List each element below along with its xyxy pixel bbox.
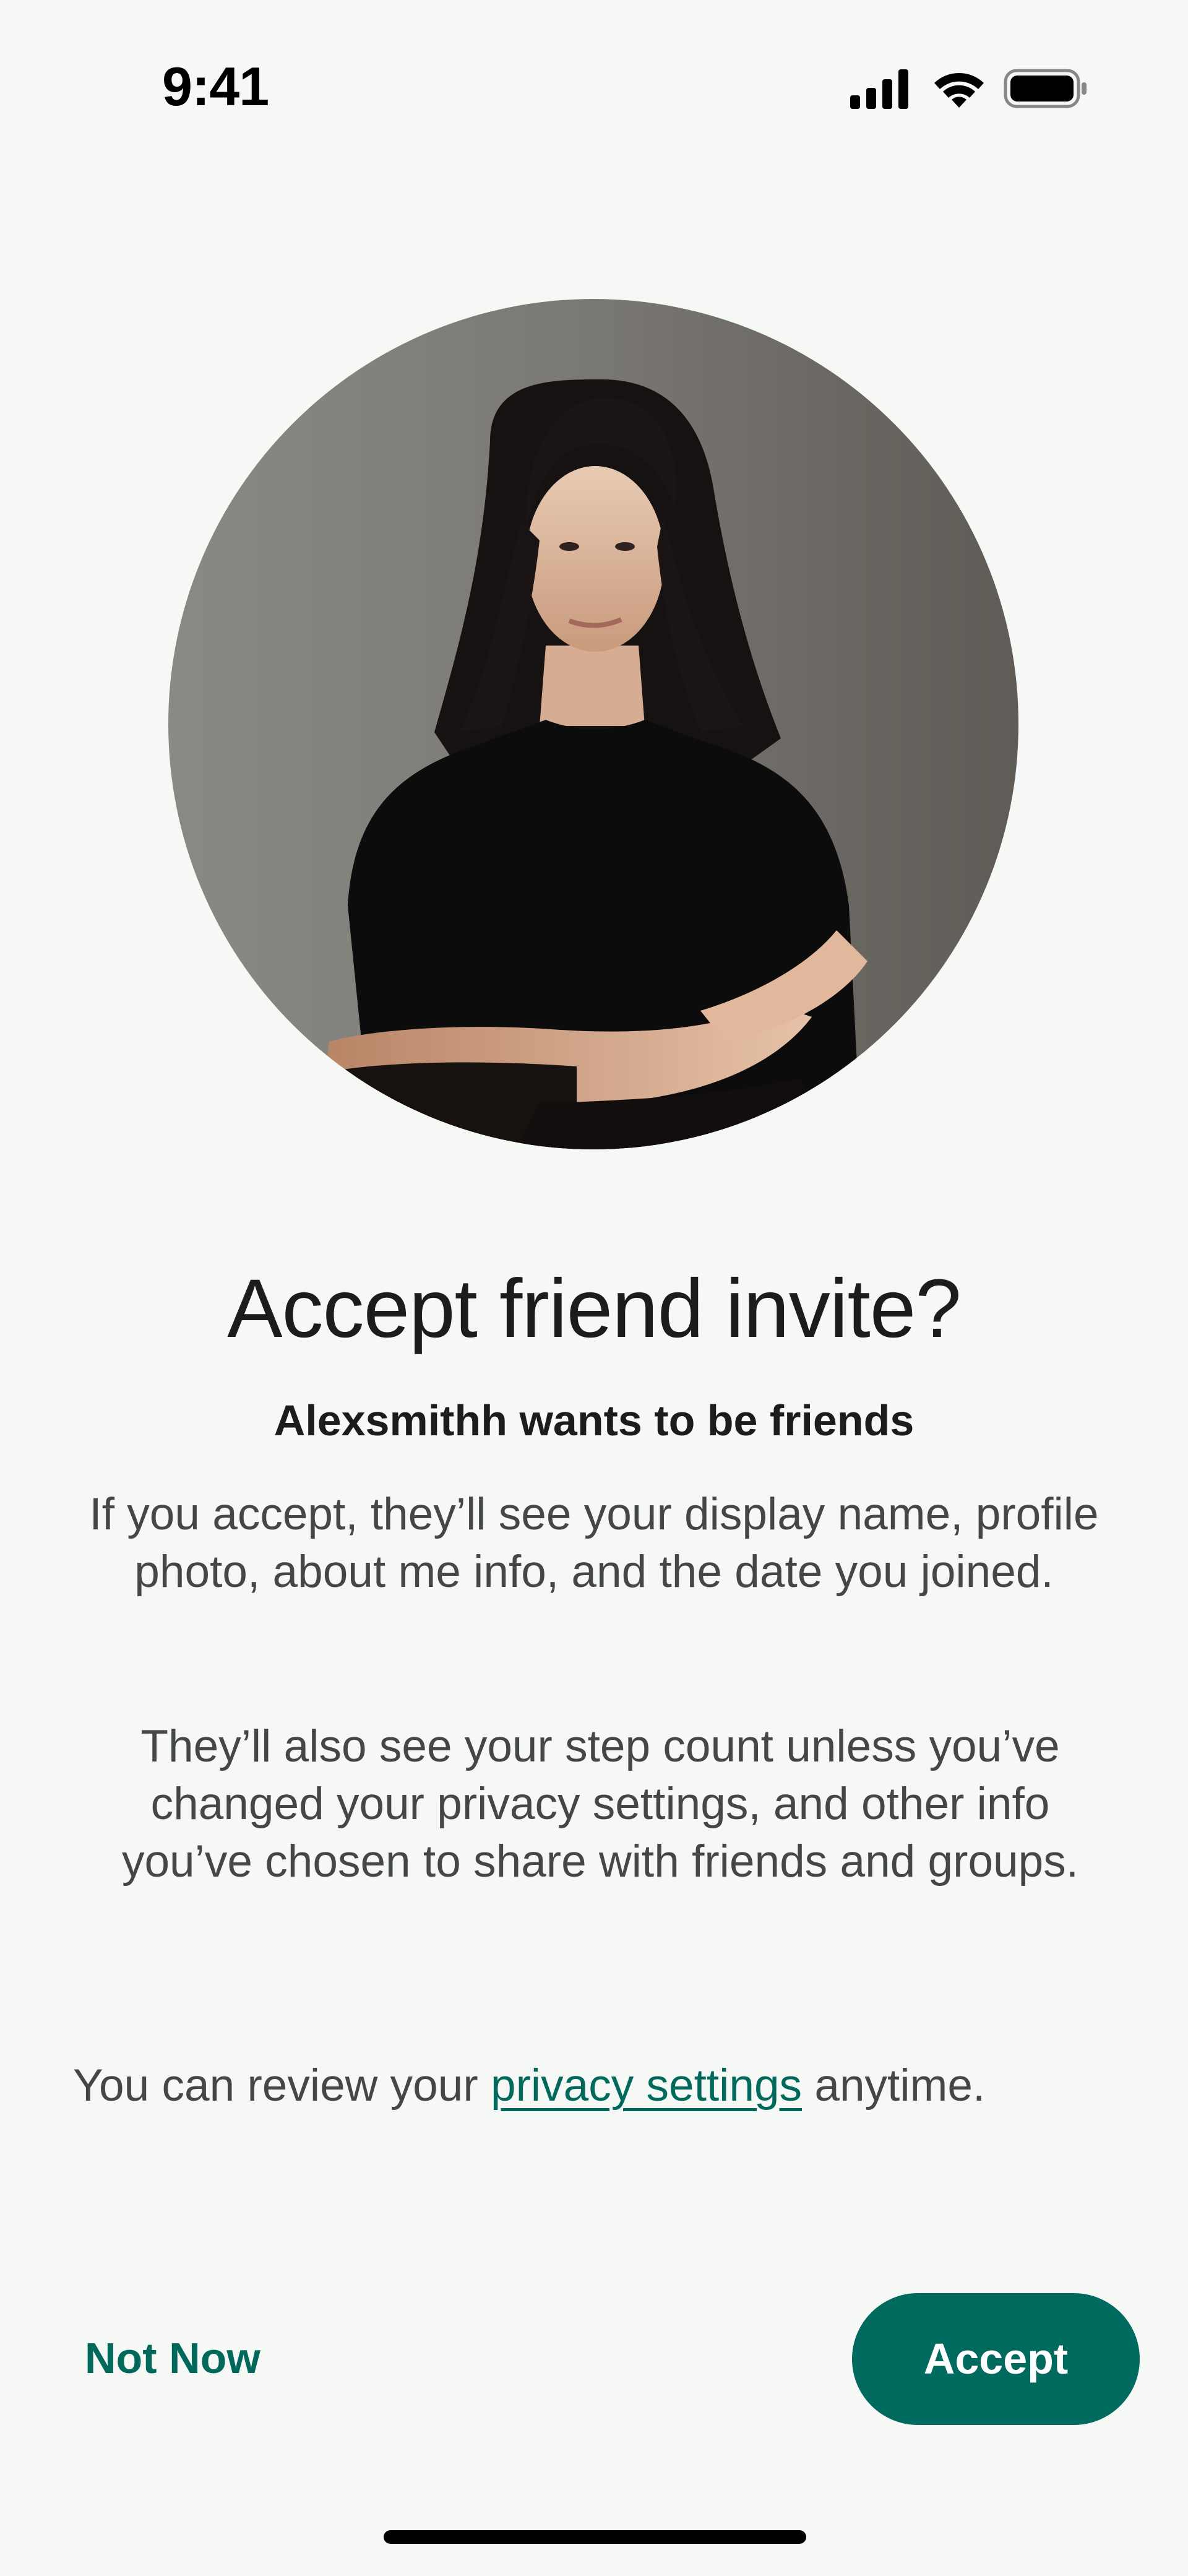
status-icons [849,67,1090,110]
dialog-paragraph-2: They’ll also see your step count unless … [121,1721,1079,1887]
status-bar: 9:41 [0,0,1188,173]
home-indicator[interactable] [384,2530,806,2544]
review-suffix: anytime. [802,2060,986,2111]
dialog-title: Accept friend invite? [227,1263,962,1355]
profile-photo [168,299,1018,1149]
dialog-subtitle: Alexsmithh wants to be friends [273,1396,915,1445]
privacy-review-line: You can review your privacy settings any… [73,2055,1137,2117]
avatar [168,299,1018,1149]
review-prefix: You can review your [73,2060,491,2111]
cellular-signal-icon [850,69,908,109]
wifi-icon [934,73,984,108]
not-now-button[interactable]: Not Now [85,2324,260,2392]
accept-button[interactable]: Accept [852,2293,1140,2425]
privacy-settings-link[interactable]: privacy settings [491,2060,802,2111]
battery-icon [1004,69,1087,108]
status-time: 9:41 [162,56,269,117]
dialog-paragraph-1: If you accept, they’ll see your display … [89,1489,1099,1597]
